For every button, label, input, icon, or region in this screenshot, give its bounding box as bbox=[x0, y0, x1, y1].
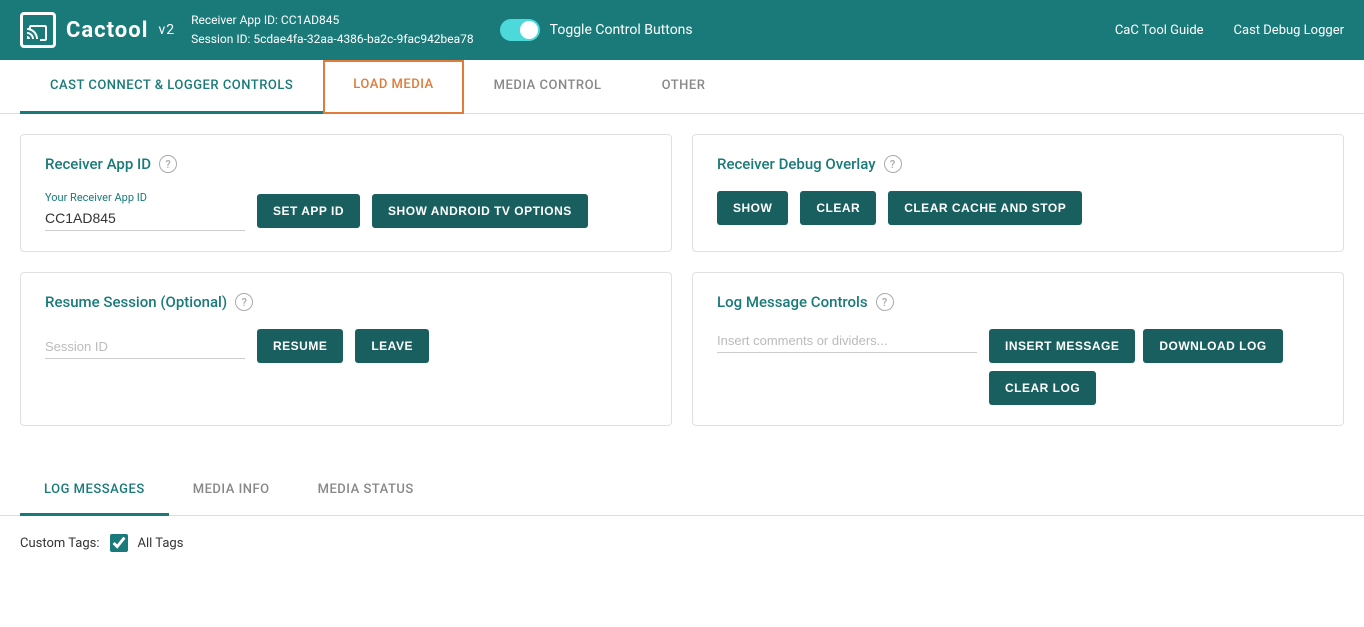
receiver-app-id-input-label: Your Receiver App ID bbox=[45, 191, 245, 204]
log-comment-input[interactable] bbox=[717, 329, 977, 353]
resume-session-body: RESUME LEAVE bbox=[45, 329, 647, 363]
bottom-tab-media-status[interactable]: MEDIA STATUS bbox=[294, 466, 438, 516]
cards-grid: Receiver App ID ? Your Receiver App ID S… bbox=[20, 134, 1344, 426]
leave-button[interactable]: LEAVE bbox=[355, 329, 429, 363]
toggle-section: Toggle Control Buttons bbox=[500, 19, 693, 41]
insert-message-button[interactable]: INSERT MESSAGE bbox=[989, 329, 1135, 363]
all-tags-label: All Tags bbox=[138, 536, 184, 551]
header-app-info: Receiver App ID: CC1AD845 Session ID: 5c… bbox=[191, 11, 474, 49]
log-buttons-row-2: CLEAR LOG bbox=[989, 371, 1283, 405]
all-tags-checkbox[interactable] bbox=[110, 534, 128, 552]
custom-tags-section: Custom Tags: All Tags bbox=[0, 516, 1364, 570]
bottom-tab-media-info[interactable]: MEDIA INFO bbox=[169, 466, 294, 516]
clear-log-button[interactable]: CLEAR LOG bbox=[989, 371, 1096, 405]
toggle-control-buttons[interactable] bbox=[500, 19, 540, 41]
resume-session-title: Resume Session (Optional) ? bbox=[45, 293, 647, 311]
logo-text: Cactool bbox=[66, 18, 148, 43]
set-app-id-button[interactable]: SET APP ID bbox=[257, 194, 360, 228]
header-session-id-value: 5cdae4fa-32aa-4386-ba2c-9fac942bea78 bbox=[253, 32, 473, 46]
header-receiver-app-id-value: CC1AD845 bbox=[281, 13, 339, 27]
show-android-tv-button[interactable]: SHOW ANDROID TV OPTIONS bbox=[372, 194, 588, 228]
logo-version: v2 bbox=[158, 22, 175, 38]
tab-load-media[interactable]: LOAD MEDIA bbox=[323, 60, 463, 114]
resume-button[interactable]: RESUME bbox=[257, 329, 343, 363]
app-header: Cactool v2 Receiver App ID: CC1AD845 Ses… bbox=[0, 0, 1364, 60]
receiver-app-id-body: Your Receiver App ID SET APP ID SHOW AND… bbox=[45, 191, 647, 231]
show-debug-button[interactable]: SHOW bbox=[717, 191, 788, 225]
tab-cast-connect[interactable]: CAST CONNECT & LOGGER CONTROLS bbox=[20, 60, 323, 114]
log-buttons-group: INSERT MESSAGE DOWNLOAD LOG CLEAR LOG bbox=[989, 329, 1283, 405]
log-message-controls-title: Log Message Controls ? bbox=[717, 293, 1319, 311]
receiver-debug-overlay-help-icon[interactable]: ? bbox=[884, 155, 902, 173]
receiver-app-id-input[interactable] bbox=[45, 206, 245, 231]
log-message-controls-body: INSERT MESSAGE DOWNLOAD LOG CLEAR LOG bbox=[717, 329, 1319, 405]
bottom-tabs: LOG MESSAGES MEDIA INFO MEDIA STATUS bbox=[0, 466, 1364, 516]
log-message-controls-card: Log Message Controls ? INSERT MESSAGE DO… bbox=[692, 272, 1344, 426]
resume-session-help-icon[interactable]: ? bbox=[235, 293, 253, 311]
clear-debug-button[interactable]: CLEAR bbox=[800, 191, 876, 225]
receiver-app-id-card: Receiver App ID ? Your Receiver App ID S… bbox=[20, 134, 672, 252]
receiver-debug-overlay-title: Receiver Debug Overlay ? bbox=[717, 155, 1319, 173]
header-session-id: Session ID: 5cdae4fa-32aa-4386-ba2c-9fac… bbox=[191, 30, 474, 49]
toggle-label: Toggle Control Buttons bbox=[550, 22, 693, 38]
tab-other[interactable]: OTHER bbox=[632, 60, 736, 114]
tab-media-control[interactable]: MEDIA CONTROL bbox=[464, 60, 632, 114]
receiver-debug-overlay-card: Receiver Debug Overlay ? SHOW CLEAR CLEA… bbox=[692, 134, 1344, 252]
resume-session-card: Resume Session (Optional) ? RESUME LEAVE bbox=[20, 272, 672, 426]
cac-tool-guide-link[interactable]: CaC Tool Guide bbox=[1115, 23, 1204, 38]
cast-logo-icon bbox=[20, 12, 56, 48]
clear-cache-and-stop-button[interactable]: CLEAR CACHE AND STOP bbox=[888, 191, 1082, 225]
log-buttons-row-1: INSERT MESSAGE DOWNLOAD LOG bbox=[989, 329, 1283, 363]
custom-tags-label: Custom Tags: bbox=[20, 536, 100, 551]
header-nav: CaC Tool Guide Cast Debug Logger bbox=[1115, 23, 1344, 38]
header-receiver-app-id: Receiver App ID: CC1AD845 bbox=[191, 11, 474, 30]
log-message-help-icon[interactable]: ? bbox=[876, 293, 894, 311]
main-content: Receiver App ID ? Your Receiver App ID S… bbox=[0, 114, 1364, 466]
receiver-debug-overlay-body: SHOW CLEAR CLEAR CACHE AND STOP bbox=[717, 191, 1319, 225]
bottom-tab-log-messages[interactable]: LOG MESSAGES bbox=[20, 466, 169, 516]
download-log-button[interactable]: DOWNLOAD LOG bbox=[1143, 329, 1282, 363]
receiver-app-id-help-icon[interactable]: ? bbox=[159, 155, 177, 173]
main-tabs: CAST CONNECT & LOGGER CONTROLS LOAD MEDI… bbox=[0, 60, 1364, 114]
cast-debug-logger-link[interactable]: Cast Debug Logger bbox=[1234, 23, 1344, 38]
session-id-input[interactable] bbox=[45, 334, 245, 359]
logo: Cactool v2 bbox=[20, 12, 175, 48]
receiver-app-id-input-group: Your Receiver App ID bbox=[45, 191, 245, 231]
receiver-app-id-title: Receiver App ID ? bbox=[45, 155, 647, 173]
